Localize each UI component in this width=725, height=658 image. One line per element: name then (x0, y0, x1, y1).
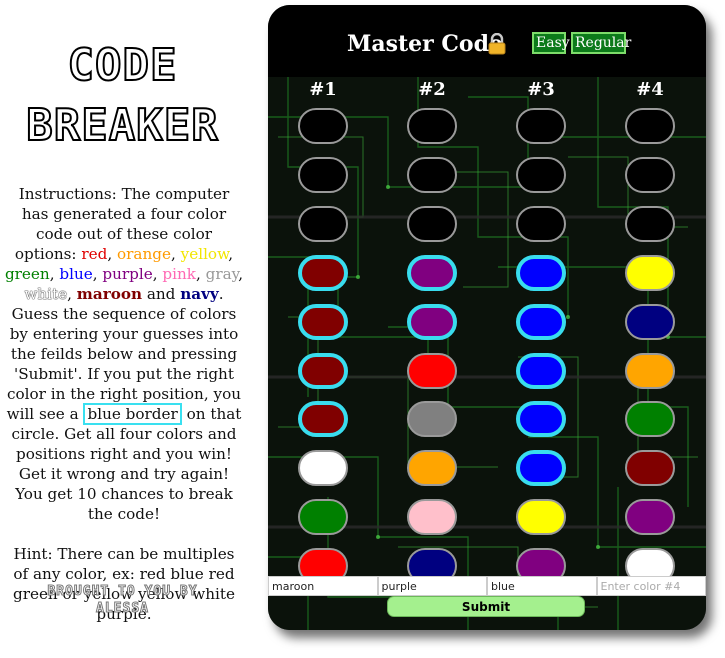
credit-line-1: BROUGHT TO YOU BY (47, 584, 198, 600)
guess-peg-r5-c1 (298, 303, 348, 340)
logo-line-2: BREAKER (25, 100, 219, 151)
game-board: Master Code Easy Regular #1 #2 #3 #4 Submit (268, 5, 706, 630)
guess-peg-r1-c1 (298, 108, 348, 144)
easy-mode-button[interactable]: Easy (532, 32, 570, 54)
guess-peg-r1-c2 (407, 108, 457, 144)
color-word-maroon: maroon (76, 285, 142, 303)
guess-peg-r6-c1 (298, 352, 348, 389)
guess-peg-r1-c4 (625, 108, 675, 144)
guess-peg-r2-c3 (516, 156, 566, 193)
instructions-text: Instructions: The computer has generated… (4, 184, 244, 624)
guess-peg-r3-c2 (407, 205, 457, 242)
color-word-red: red (81, 245, 108, 263)
column-label-3: #3 (527, 79, 555, 100)
color-input-4[interactable] (596, 576, 706, 596)
color-word-pink: pink (162, 265, 196, 283)
guess-peg-r1-c3 (516, 108, 566, 144)
color-word-blue: blue (59, 265, 93, 283)
guess-peg-r5-c2 (407, 303, 457, 340)
guess-peg-r7-c1 (298, 401, 348, 438)
regular-mode-button[interactable]: Regular (571, 32, 631, 54)
column-label-4: #4 (636, 79, 664, 100)
guess-peg-r6-c4 (625, 352, 675, 389)
guess-peg-r8-c3 (516, 450, 566, 487)
guess-peg-r6-c3 (516, 352, 566, 389)
guess-peg-r5-c3 (516, 303, 566, 340)
guess-peg-r2-c1 (298, 156, 348, 193)
guess-peg-r4-c2 (407, 254, 457, 291)
guess-peg-r9-c3 (516, 499, 566, 536)
guess-peg-r9-c2 (407, 499, 457, 536)
color-word-orange: orange (117, 245, 171, 263)
blue-border-example: blue border (83, 403, 182, 425)
color-word-purple: purple (102, 265, 153, 283)
color-word-white: white (24, 285, 68, 303)
guess-peg-r5-c4 (625, 303, 675, 340)
guess-peg-r2-c4 (625, 156, 675, 193)
instructions-paragraph: Instructions: The computer has generated… (4, 185, 244, 523)
board-title: Master Code (347, 31, 503, 57)
guess-peg-r9-c4 (625, 499, 675, 536)
column-label-2: #2 (418, 79, 446, 100)
guess-peg-r9-c1 (298, 499, 348, 536)
color-word-green: green (4, 265, 50, 283)
color-word-navy: navy (180, 285, 219, 303)
guess-peg-r4-c4 (625, 254, 675, 291)
color-input-3[interactable] (487, 576, 597, 596)
guess-peg-r7-c2 (407, 401, 457, 438)
board-header: Master Code Easy Regular (268, 5, 706, 77)
guess-peg-r8-c1 (298, 450, 348, 487)
color-input-2[interactable] (377, 576, 487, 596)
column-label-1: #1 (309, 79, 337, 100)
guess-peg-r8-c2 (407, 450, 457, 487)
lock-icon (488, 33, 506, 55)
guess-peg-r3-c3 (516, 205, 566, 242)
guess-peg-r3-c4 (625, 205, 675, 242)
guess-peg-r7-c3 (516, 401, 566, 438)
guess-peg-r6-c2 (407, 352, 457, 389)
and-word: and (142, 285, 181, 303)
instructions-panel: CODE BREAKER Instructions: The computer … (0, 0, 245, 658)
logo-line-1: CODE (67, 40, 178, 91)
color-input-1[interactable] (268, 576, 378, 596)
color-word-yellow: yellow (180, 245, 229, 263)
submit-button[interactable]: Submit (387, 596, 585, 617)
guess-peg-r8-c4 (625, 450, 675, 487)
guess-peg-r7-c4 (625, 401, 675, 438)
credit-line-2: ALESSA (96, 601, 149, 617)
guess-inputs (268, 576, 706, 596)
guess-peg-r4-c3 (516, 254, 566, 291)
guess-peg-r2-c2 (407, 156, 457, 193)
color-word-gray: gray (205, 265, 239, 283)
guess-peg-r3-c1 (298, 205, 348, 242)
guess-peg-r4-c1 (298, 254, 348, 291)
